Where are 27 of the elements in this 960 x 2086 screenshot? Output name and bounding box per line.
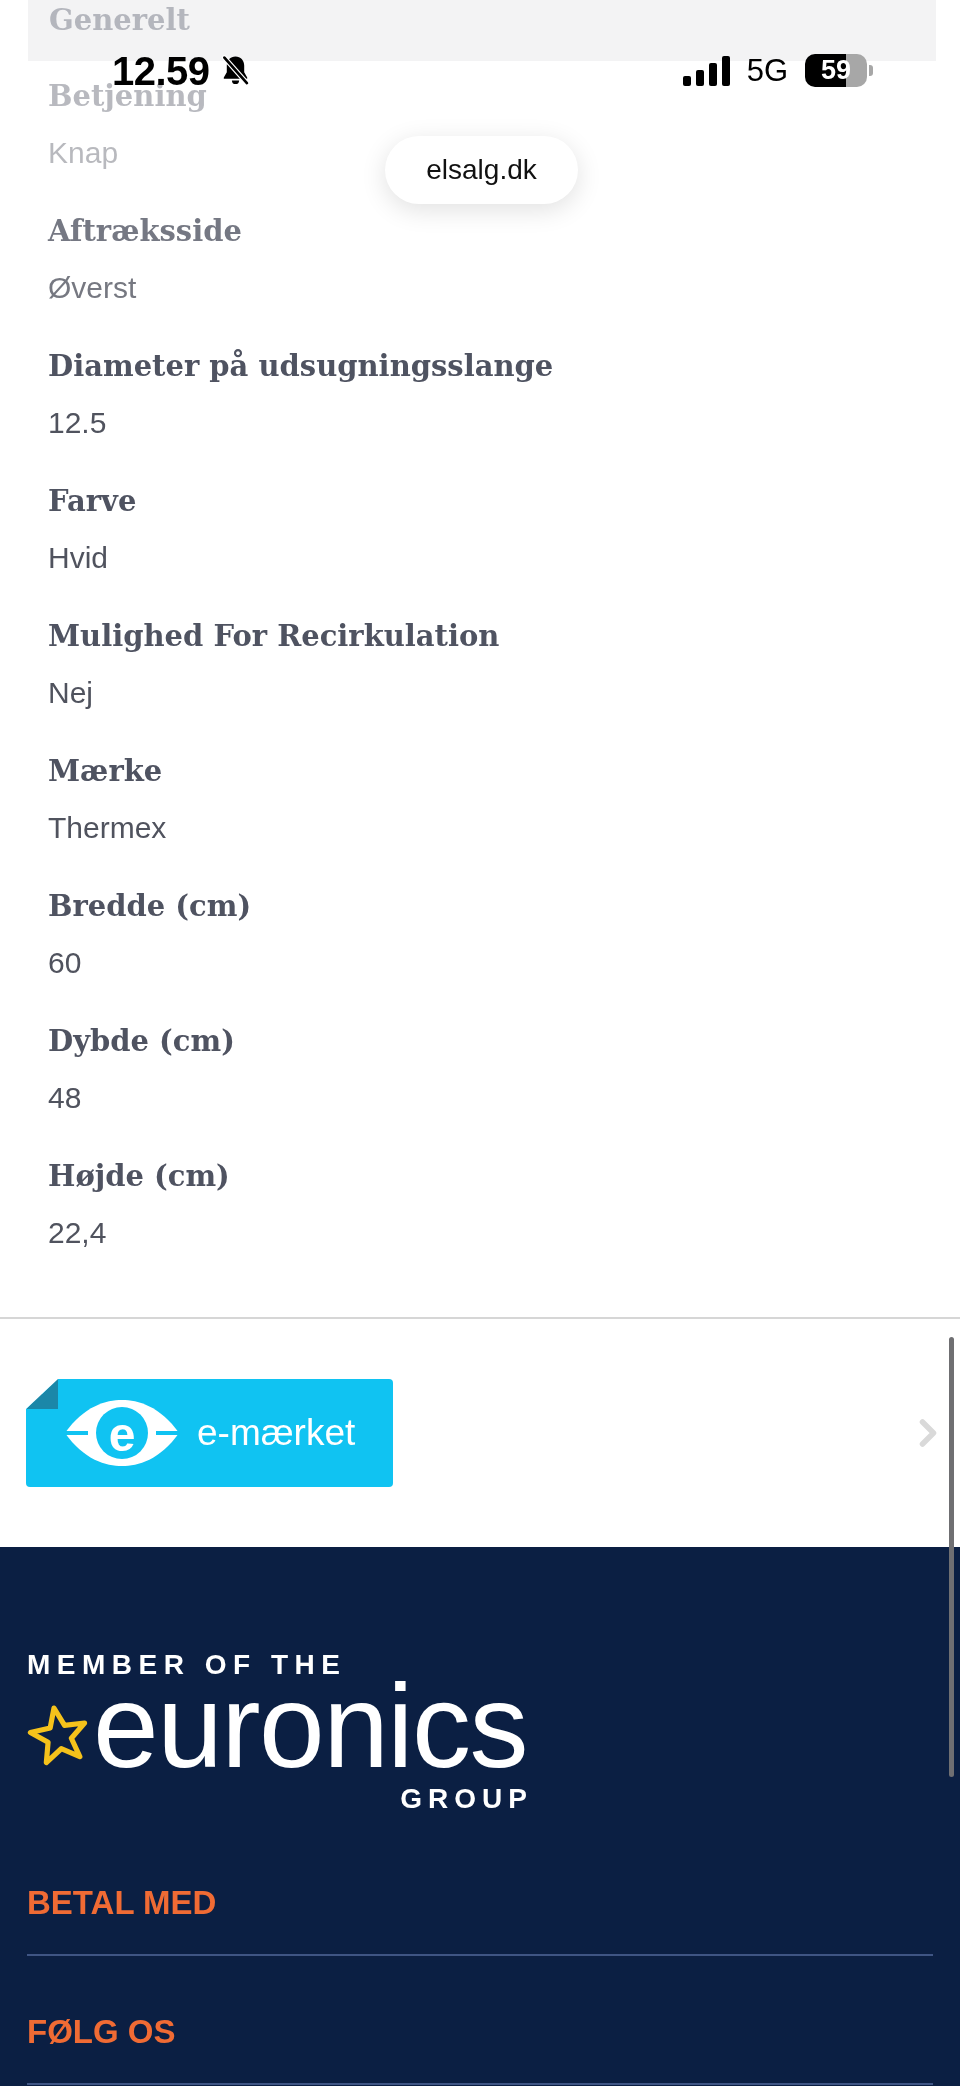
logo-tagline: MEMBER OF THE xyxy=(27,1649,347,1681)
spec-label: Diameter på udsugningsslange xyxy=(48,351,554,381)
spec-label: Aftræksside xyxy=(48,216,242,246)
spec-value: Knap xyxy=(48,138,119,168)
spec-value: Hvid xyxy=(48,543,108,573)
footer-section-heading[interactable]: FØLG OS xyxy=(27,2012,176,2052)
spec-label: Højde (cm) xyxy=(48,1161,230,1191)
spec-value: Øverst xyxy=(48,273,137,303)
footer-section-heading[interactable]: BETAL MED xyxy=(27,1883,217,1923)
address-bar[interactable]: elsalg.dk xyxy=(385,136,578,204)
spec-label: Mulighed For Recirkulation xyxy=(48,621,500,651)
spec-value: 22,4 xyxy=(48,1218,107,1248)
logo-wordmark: euronics xyxy=(93,1681,527,1771)
spec-value: Nej xyxy=(48,678,93,708)
logo-subline: GROUP xyxy=(400,1785,533,1813)
spec-label: Farve xyxy=(48,486,137,516)
spec-value: Thermex xyxy=(48,813,167,843)
spec-value: 48 xyxy=(48,1083,82,1113)
spec-label: Dybde (cm) xyxy=(48,1026,235,1056)
spec-label: Mærke xyxy=(48,756,163,786)
spec-label: Bredde (cm) xyxy=(48,891,252,921)
eye-emblem-icon: e xyxy=(64,1398,180,1468)
signal-icon xyxy=(682,55,730,86)
spec-value: 60 xyxy=(48,948,82,978)
spec-value: 12.5 xyxy=(48,408,107,438)
badge-label: e-mærket xyxy=(197,1413,356,1453)
bell-slash-icon xyxy=(219,54,251,87)
